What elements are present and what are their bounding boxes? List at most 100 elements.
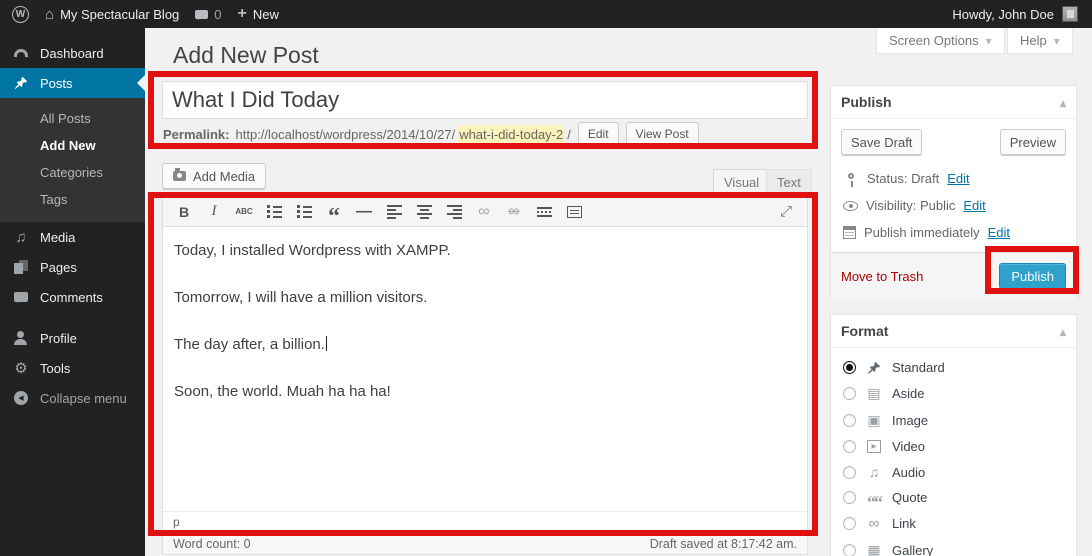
radio-video[interactable] (843, 440, 856, 453)
eye-icon (843, 201, 858, 211)
sidebar-item-pages[interactable]: Pages (0, 252, 145, 282)
tab-text[interactable]: Text (766, 169, 812, 194)
tab-visual[interactable]: Visual (713, 169, 770, 194)
sidebar-item-collapse-menu[interactable]: Collapse menu (0, 383, 145, 413)
edit-permalink-button[interactable]: Edit (578, 122, 619, 146)
sidebar-item-tools[interactable]: Tools (0, 353, 145, 383)
editor-paragraph: Tomorrow, I will have a million visitors… (174, 288, 796, 307)
help-tab[interactable]: Help (1007, 28, 1073, 54)
sidebar-item-profile[interactable]: Profile (0, 323, 145, 353)
home-icon (45, 6, 54, 23)
add-media-button[interactable]: Add Media (162, 163, 266, 189)
admin-bar: W My Spectacular Blog 0 New Howdy, John … (0, 0, 1092, 28)
collapse-panel-icon[interactable] (1060, 94, 1066, 110)
sidebar-item-comments[interactable]: Comments (0, 282, 145, 312)
user-avatar[interactable] (1062, 6, 1078, 22)
tools-icon (12, 359, 30, 377)
sidebar-item-posts[interactable]: Posts (0, 68, 145, 98)
screen-options-tab[interactable]: Screen Options (876, 28, 1005, 54)
image-icon (865, 412, 883, 429)
text-cursor (326, 336, 327, 351)
howdy-user[interactable]: Howdy, John Doe (952, 7, 1054, 22)
distraction-free-icon[interactable] (773, 200, 799, 224)
help-label: Help (1020, 33, 1047, 48)
radio-image[interactable] (843, 414, 856, 427)
save-draft-button[interactable]: Save Draft (841, 129, 922, 155)
permalink-row: Permalink: http://localhost/wordpress/20… (163, 121, 699, 147)
sidebar-label: Collapse menu (40, 391, 127, 406)
pushpin-icon (865, 361, 883, 375)
bulleted-list-icon[interactable] (261, 200, 287, 224)
media-icon (12, 229, 30, 246)
remove-link-icon[interactable] (501, 200, 527, 224)
publish-panel-header[interactable]: Publish (831, 86, 1076, 119)
editor-paragraph: Today, I installed Wordpress with XAMPP. (174, 241, 796, 260)
sidebar-item-add-new[interactable]: Add New (0, 132, 145, 159)
view-post-button[interactable]: View Post (626, 122, 699, 146)
publish-button[interactable]: Publish (999, 263, 1066, 289)
align-center-icon[interactable] (411, 200, 437, 224)
comments-count: 0 (214, 7, 221, 22)
post-title-input[interactable] (162, 81, 808, 119)
edit-schedule-link[interactable]: Edit (988, 225, 1010, 240)
sidebar-item-dashboard[interactable]: Dashboard (0, 38, 145, 68)
post-editor: B I ABC Today, I installed Wordpress wit… (162, 196, 808, 532)
comments-icon (12, 292, 30, 302)
publish-panel: Publish Save Draft Preview Status: Draft… (830, 85, 1077, 298)
edit-visibility-link[interactable]: Edit (963, 198, 985, 213)
radio-gallery[interactable] (843, 544, 856, 556)
insert-more-tag-icon[interactable] (531, 200, 557, 224)
page-title: Add New Post (173, 42, 319, 69)
sidebar-item-categories[interactable]: Categories (0, 159, 145, 186)
chevron-down-icon (1054, 33, 1060, 48)
insert-link-icon[interactable] (471, 200, 497, 224)
permalink-slug[interactable]: what-i-did-today-2 (458, 125, 564, 144)
quote-icon (865, 491, 883, 505)
radio-link[interactable] (843, 517, 856, 530)
format-option-quote: Quote (831, 485, 1076, 510)
sidebar-label: Comments (40, 290, 103, 305)
new-content-menu[interactable]: New (238, 5, 279, 23)
move-to-trash-link[interactable]: Move to Trash (841, 269, 923, 284)
align-right-icon[interactable] (441, 200, 467, 224)
editor-content[interactable]: Today, I installed Wordpress with XAMPP.… (163, 227, 807, 401)
sidebar-item-media[interactable]: Media (0, 222, 145, 252)
comments-shortcut[interactable]: 0 (195, 7, 221, 22)
sidebar-item-all-posts[interactable]: All Posts (0, 105, 145, 132)
link-icon (865, 515, 883, 532)
radio-audio[interactable] (843, 466, 856, 479)
sidebar-label: Profile (40, 331, 77, 346)
editor-status-bar: Word count: 0 Draft saved at 8:17:42 am. (162, 533, 808, 555)
numbered-list-icon[interactable] (291, 200, 317, 224)
status-text: Status: Draft (867, 171, 939, 186)
collapse-panel-icon[interactable] (1060, 323, 1066, 339)
preview-button[interactable]: Preview (1000, 129, 1066, 155)
word-count-label: Word count: (173, 537, 240, 551)
status-row: Status: Draft Edit (831, 165, 1076, 192)
radio-standard[interactable] (843, 361, 856, 374)
site-name-link[interactable]: My Spectacular Blog (45, 6, 179, 23)
format-label: Link (892, 516, 916, 531)
italic-icon[interactable]: I (201, 200, 227, 224)
radio-aside[interactable] (843, 387, 856, 400)
strikethrough-icon[interactable]: ABC (231, 200, 257, 224)
horizontal-rule-icon[interactable] (351, 200, 377, 224)
wordpress-logo-icon[interactable]: W (12, 6, 29, 23)
bold-icon[interactable]: B (171, 200, 197, 224)
permalink-label: Permalink: (163, 127, 229, 142)
schedule-text: Publish immediately (864, 225, 980, 240)
wordpress-add-new-post-screen: W My Spectacular Blog 0 New Howdy, John … (0, 0, 1092, 556)
edit-status-link[interactable]: Edit (947, 171, 969, 186)
align-left-icon[interactable] (381, 200, 407, 224)
blockquote-icon[interactable] (321, 200, 347, 224)
sidebar-item-tags[interactable]: Tags (0, 186, 145, 213)
toolbar-toggle-icon[interactable] (561, 200, 587, 224)
status-pin-icon (848, 173, 854, 179)
editor-element-path[interactable]: p (163, 511, 807, 531)
radio-quote[interactable] (843, 491, 856, 504)
comment-bubble-icon (195, 10, 208, 19)
sidebar-separator (0, 312, 145, 323)
format-panel-header[interactable]: Format (831, 315, 1076, 348)
aside-icon (865, 385, 883, 402)
format-label: Audio (892, 465, 925, 480)
